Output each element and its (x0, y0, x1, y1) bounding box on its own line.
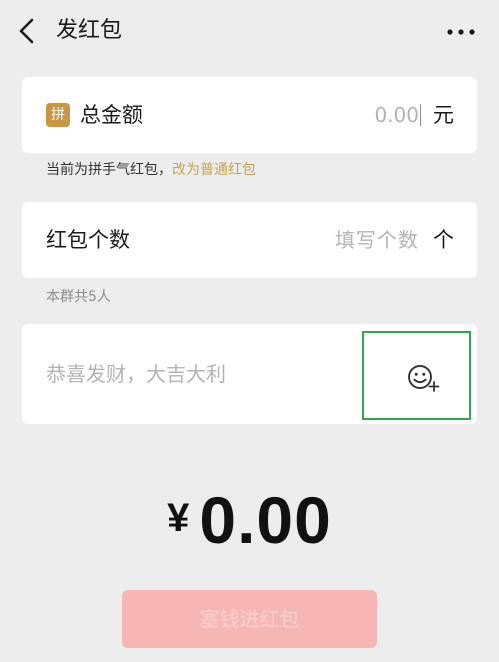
back-button[interactable] (14, 14, 44, 48)
count-label: 红包个数 (46, 228, 130, 252)
chevron-left-icon (19, 18, 34, 44)
top-bar: 发红包 (0, 0, 499, 62)
amount-label: 总金额 (80, 103, 143, 127)
more-button[interactable] (445, 24, 477, 38)
lucky-badge-icon: 拼 (46, 103, 70, 127)
send-red-packet-page: 发红包 拼 总金额 0.00 元 当前为拼手气红包，改为普通红包 红包个数 填写… (0, 0, 499, 662)
emoji-button[interactable] (362, 331, 471, 420)
packet-mode-tip: 当前为拼手气红包，改为普通红包 (46, 160, 256, 180)
count-input[interactable]: 填写个数 (335, 224, 419, 256)
greeting-card: 恭喜发财，大吉大利 (22, 324, 477, 424)
group-members-tip: 本群共5人 (46, 289, 111, 305)
total-amount-value: 0.00 (199, 483, 332, 557)
amount-card: 拼 总金额 0.00 元 (22, 77, 477, 153)
amount-input[interactable]: 0.00 (374, 99, 419, 131)
text-caret (419, 104, 421, 126)
greeting-input[interactable]: 恭喜发财，大吉大利 (46, 358, 226, 390)
emoji-add-icon (408, 365, 440, 392)
submit-red-packet-button[interactable]: 塞钱进红包 (122, 590, 377, 648)
mode-tip-separator: ， (158, 162, 172, 178)
page-title: 发红包 (56, 18, 123, 43)
current-mode-text: 当前为拼手气红包 (46, 162, 158, 178)
switch-to-normal-link[interactable]: 改为普通红包 (172, 162, 256, 178)
count-unit: 个 (433, 228, 454, 252)
total-amount-display: ¥0.00 (0, 482, 499, 558)
amount-unit: 元 (433, 103, 454, 127)
more-dots-icon (447, 29, 475, 35)
count-card: 红包个数 填写个数 个 (22, 202, 477, 278)
currency-symbol: ¥ (167, 496, 190, 540)
